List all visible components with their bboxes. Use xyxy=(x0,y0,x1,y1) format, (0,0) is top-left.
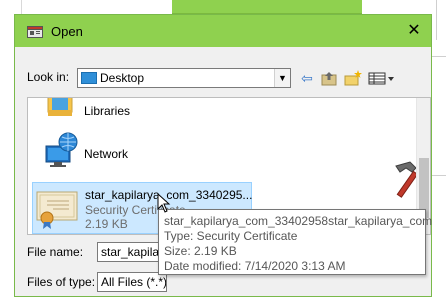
libraries-label: Libraries xyxy=(84,104,131,118)
chevron-down-icon[interactable]: ▼ xyxy=(274,69,290,87)
look-in-dropdown[interactable]: Desktop ▼ xyxy=(77,68,291,88)
tooltip-file-type: Type: Security Certificate xyxy=(164,229,298,243)
certificate-file-size: 2.19 KB xyxy=(85,217,128,231)
dialog-title: Open xyxy=(51,24,83,39)
files-of-type-dropdown[interactable]: All Files (*.*) xyxy=(97,272,167,292)
view-menu-icon[interactable] xyxy=(367,68,397,88)
list-item-network[interactable]: Network xyxy=(28,130,418,174)
look-in-value: Desktop xyxy=(100,71,145,85)
background-window-right xyxy=(432,0,446,297)
close-button[interactable]: ✕ xyxy=(403,21,425,41)
files-of-type-label: Files of type: xyxy=(27,275,96,289)
background-panel xyxy=(432,56,446,176)
look-in-label: Look in: xyxy=(27,70,70,84)
file-info-tooltip: star_kapilarya_com_33402958star_kapilary… xyxy=(158,209,432,275)
tooltip-file-name: star_kapilarya_com_33402958star_kapilary… xyxy=(164,214,433,228)
mouse-cursor-icon xyxy=(157,193,171,213)
app-icon xyxy=(27,26,43,38)
back-arrow-icon[interactable]: ⇦ xyxy=(297,68,317,88)
network-label: Network xyxy=(84,147,129,161)
background-divider xyxy=(436,0,446,40)
certificate-icon xyxy=(36,191,78,229)
file-name-input[interactable] xyxy=(97,242,167,262)
title-bar[interactable]: Open ✕ xyxy=(15,15,431,47)
file-name-label: File name: xyxy=(27,245,84,259)
tooltip-date-modified: Date modified: 7/14/2020 3:13 AM xyxy=(164,259,346,273)
libraries-icon xyxy=(47,98,73,116)
new-folder-icon[interactable] xyxy=(343,68,363,88)
network-icon xyxy=(45,132,78,167)
up-folder-icon[interactable] xyxy=(319,68,339,88)
desktop-folder-icon xyxy=(81,72,97,84)
tooltip-file-size: Size: 2.19 KB xyxy=(164,244,237,258)
background-green-bar xyxy=(172,0,362,14)
